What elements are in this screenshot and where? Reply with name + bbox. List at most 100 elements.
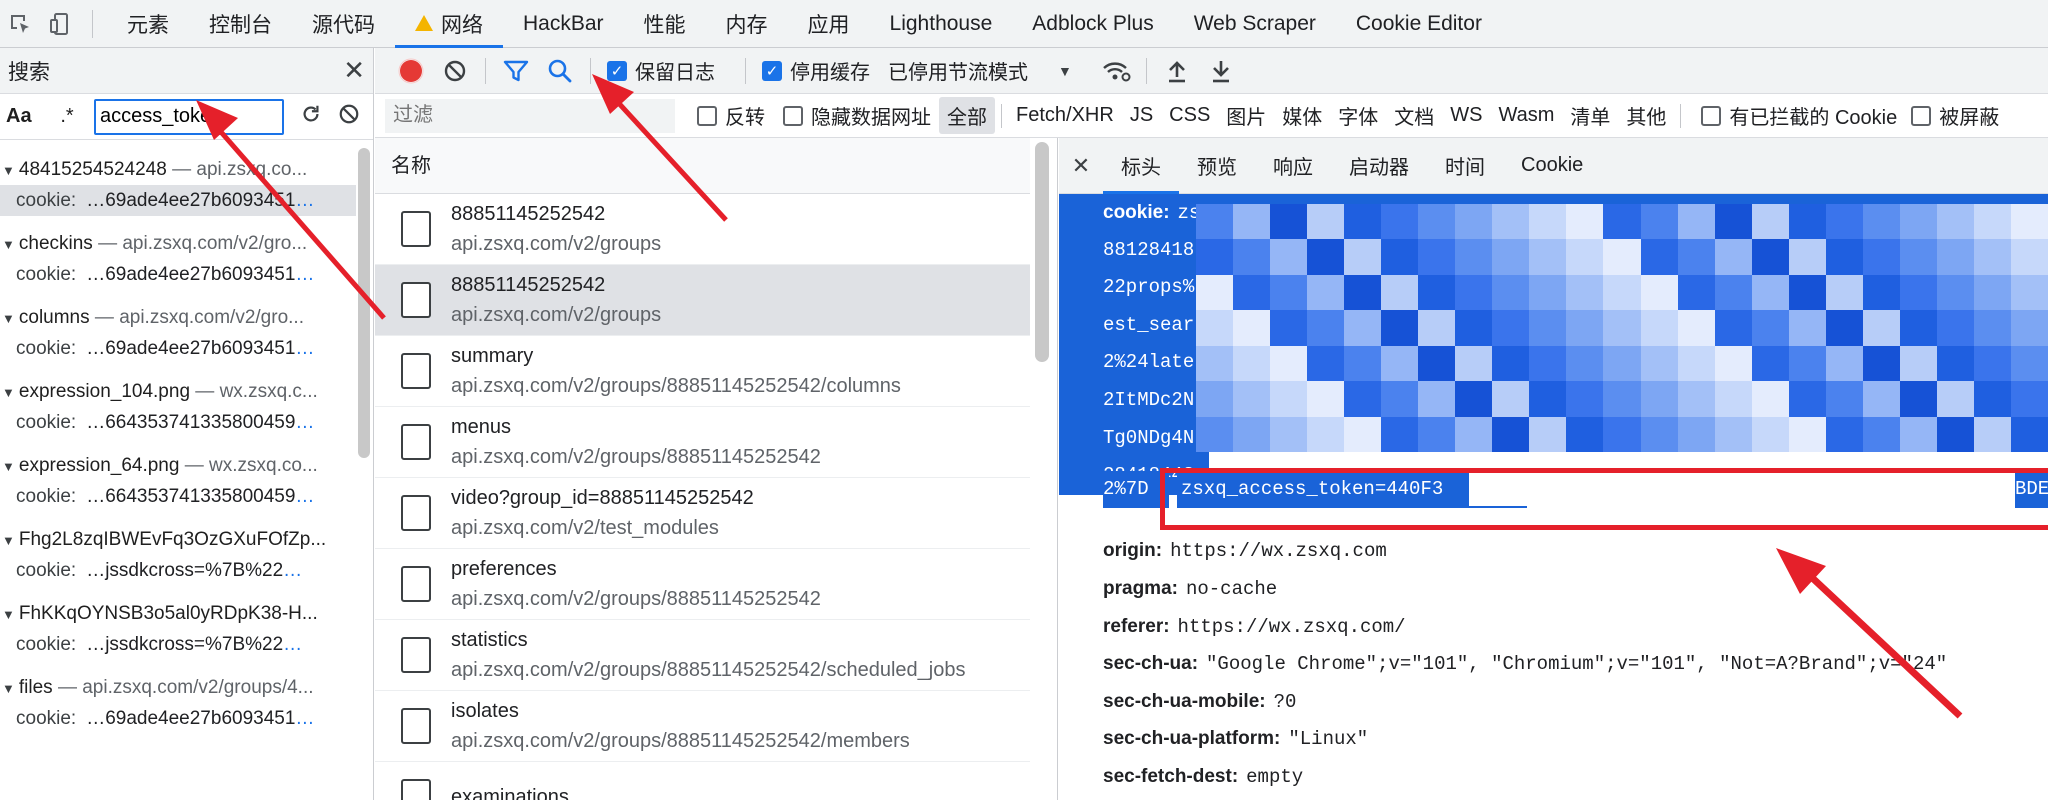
type-filter-5[interactable]: 媒体 — [1274, 97, 1330, 134]
request-row[interactable]: preferences api.zsxq.com/v2/groups/888511… — [375, 549, 1030, 620]
device-icon[interactable] — [40, 0, 80, 48]
search-result-match[interactable]: cookie: …jssdkcross=%7B%22… — [0, 629, 356, 660]
mosaic-cell — [1603, 204, 1641, 240]
mosaic-cell — [1196, 345, 1234, 382]
close-icon[interactable]: ✕ — [1059, 153, 1103, 179]
search-result-file[interactable]: ▼ Fhg2L8zqIBWEvFq3OzGXuFOfZp... — [0, 524, 356, 555]
search-result-file[interactable]: ▼ FhKKqOYNSB3o5al0yRDpK38-H... — [0, 598, 356, 629]
mosaic-cell — [1566, 239, 1604, 275]
name-column-header[interactable]: 名称 — [375, 138, 1030, 194]
invert-checkbox[interactable]: 反转 — [697, 101, 765, 130]
throttle-select[interactable]: 已停用节流模式 ▼ — [888, 56, 1072, 85]
type-filter-4[interactable]: 图片 — [1218, 97, 1274, 134]
type-filter-11[interactable]: 其他 — [1618, 97, 1674, 134]
wifi-settings-icon[interactable] — [1094, 48, 1138, 94]
tab-1[interactable]: 控制台 — [189, 0, 292, 48]
match-case-button[interactable]: Aa — [6, 105, 40, 128]
search-result-match[interactable]: cookie: …69ade4ee27b6093451… — [0, 259, 356, 290]
search-result-file[interactable]: ▼ expression_64.png — wx.zsxq.co... — [0, 450, 356, 481]
detail-tab-1[interactable]: 预览 — [1179, 138, 1255, 194]
tab-5[interactable]: 性能 — [624, 0, 706, 48]
mosaic-cell — [2010, 345, 2048, 382]
tab-11[interactable]: Cookie Editor — [1336, 0, 1502, 48]
type-filter-2[interactable]: JS — [1122, 100, 1161, 131]
search-result-group: ▼ columns — api.zsxq.com/v2/gro... cookie:… — [0, 302, 356, 364]
refresh-icon[interactable] — [300, 103, 322, 130]
mosaic-cell — [2010, 416, 2048, 452]
toolbar-divider — [485, 57, 486, 84]
search-result-file[interactable]: ▼ columns — api.zsxq.com/v2/gro... — [0, 302, 356, 333]
record-icon[interactable] — [389, 48, 433, 94]
clear-search-icon[interactable] — [338, 103, 360, 130]
search-result-match[interactable]: cookie: …69ade4ee27b6093451… — [0, 333, 356, 364]
type-filter-1[interactable]: Fetch/XHR — [1008, 100, 1122, 131]
search-scrollbar[interactable] — [358, 148, 370, 458]
mosaic-cell — [1936, 416, 1974, 452]
search-result-file[interactable]: ▼ checkins — api.zsxq.com/v2/gro... — [0, 228, 356, 259]
tab-2[interactable]: 源代码 — [292, 0, 395, 48]
detail-tab-4[interactable]: 时间 — [1427, 138, 1503, 194]
search-result-file[interactable]: ▼ 48415254524248 — api.zsxq.co... — [0, 154, 356, 185]
disable-cache-checkbox[interactable]: ✓ 停用缓存 — [762, 56, 870, 85]
search-result-file[interactable]: ▼ expression_104.png — wx.zsxq.c... — [0, 376, 356, 407]
header-key: referer: — [1103, 615, 1170, 637]
request-row[interactable]: isolates api.zsxq.com/v2/groups/888511452… — [375, 691, 1030, 762]
request-row[interactable]: statistics api.zsxq.com/v2/groups/8885114… — [375, 620, 1030, 691]
search-icon[interactable] — [538, 48, 582, 94]
mosaic-cell — [1233, 274, 1271, 311]
search-result-match[interactable]: cookie: …69ade4ee27b6093451… — [0, 185, 356, 216]
result-separator: — — [89, 307, 120, 328]
request-row[interactable]: summary api.zsxq.com/v2/groups/8885114525… — [375, 336, 1030, 407]
blocked-requests-checkbox[interactable]: 被屏蔽 — [1911, 101, 1999, 130]
mosaic-cell — [1492, 310, 1530, 346]
request-list-scrollbar[interactable] — [1035, 142, 1049, 362]
search-result-match[interactable]: cookie: …jssdkcross=%7B%22… — [0, 555, 356, 586]
search-input[interactable] — [94, 98, 284, 135]
filter-icon[interactable] — [494, 48, 538, 94]
search-result-match[interactable]: cookie: …664353741335800459… — [0, 481, 356, 512]
detail-tab-3[interactable]: 启动器 — [1331, 138, 1427, 194]
search-result-match[interactable]: cookie: …664353741335800459… — [0, 407, 356, 438]
tab-9[interactable]: Adblock Plus — [1012, 0, 1173, 48]
detail-tab-5[interactable]: Cookie — [1503, 138, 1601, 194]
preserve-log-checkbox[interactable]: ✓ 保留日志 — [607, 56, 715, 85]
search-result-file[interactable]: ▼ files — api.zsxq.com/v2/groups/4... — [0, 672, 356, 703]
request-row[interactable]: video?group_id=88851145252542 api.zsxq.co… — [375, 478, 1030, 549]
mosaic-cell — [1862, 345, 1900, 382]
request-row[interactable]: 88851145252542 api.zsxq.com/v2/groups — [375, 265, 1030, 336]
tab-label: 网络 — [441, 13, 483, 37]
mosaic-cell — [1862, 239, 1900, 275]
inspect-icon[interactable] — [0, 0, 40, 48]
type-filter-6[interactable]: 字体 — [1330, 97, 1386, 134]
tab-3[interactable]: 网络 — [395, 0, 503, 48]
detail-tab-2[interactable]: 响应 — [1255, 138, 1331, 194]
type-filter-8[interactable]: WS — [1442, 100, 1490, 131]
type-filter-9[interactable]: Wasm — [1491, 100, 1563, 131]
type-filter-10[interactable]: 清单 — [1562, 97, 1618, 134]
mosaic-cell — [1714, 416, 1752, 452]
type-filter-0[interactable]: 全部 — [939, 97, 995, 134]
type-filter-3[interactable]: CSS — [1161, 100, 1218, 131]
type-filter-7[interactable]: 文档 — [1386, 97, 1442, 134]
tab-0[interactable]: 元素 — [107, 0, 189, 48]
regex-button[interactable]: .* — [50, 105, 84, 128]
request-row[interactable]: 88851145252542 api.zsxq.com/v2/groups — [375, 194, 1030, 265]
upload-icon[interactable] — [1155, 48, 1199, 94]
request-row[interactable]: examinations — [375, 762, 1030, 800]
clear-icon[interactable] — [433, 48, 477, 94]
detail-tab-0[interactable]: 标头 — [1103, 138, 1179, 194]
download-icon[interactable] — [1199, 48, 1243, 94]
tab-7[interactable]: 应用 — [788, 0, 870, 48]
tab-10[interactable]: Web Scraper — [1174, 0, 1336, 48]
tab-4[interactable]: HackBar — [503, 0, 624, 48]
filter-input[interactable] — [385, 98, 675, 133]
tab-6[interactable]: 内存 — [706, 0, 788, 48]
hide-data-urls-checkbox[interactable]: 隐藏数据网址 — [783, 101, 931, 130]
blocked-cookies-checkbox[interactable]: 有已拦截的 Cookie — [1701, 101, 1897, 130]
tab-8[interactable]: Lighthouse — [870, 0, 1013, 48]
close-icon[interactable]: ✕ — [343, 55, 365, 86]
search-result-match[interactable]: cookie: …69ade4ee27b6093451… — [0, 703, 356, 734]
mosaic-cell — [1566, 310, 1604, 346]
request-name: preferences — [451, 558, 557, 580]
request-row[interactable]: menus api.zsxq.com/v2/groups/888511452525… — [375, 407, 1030, 478]
